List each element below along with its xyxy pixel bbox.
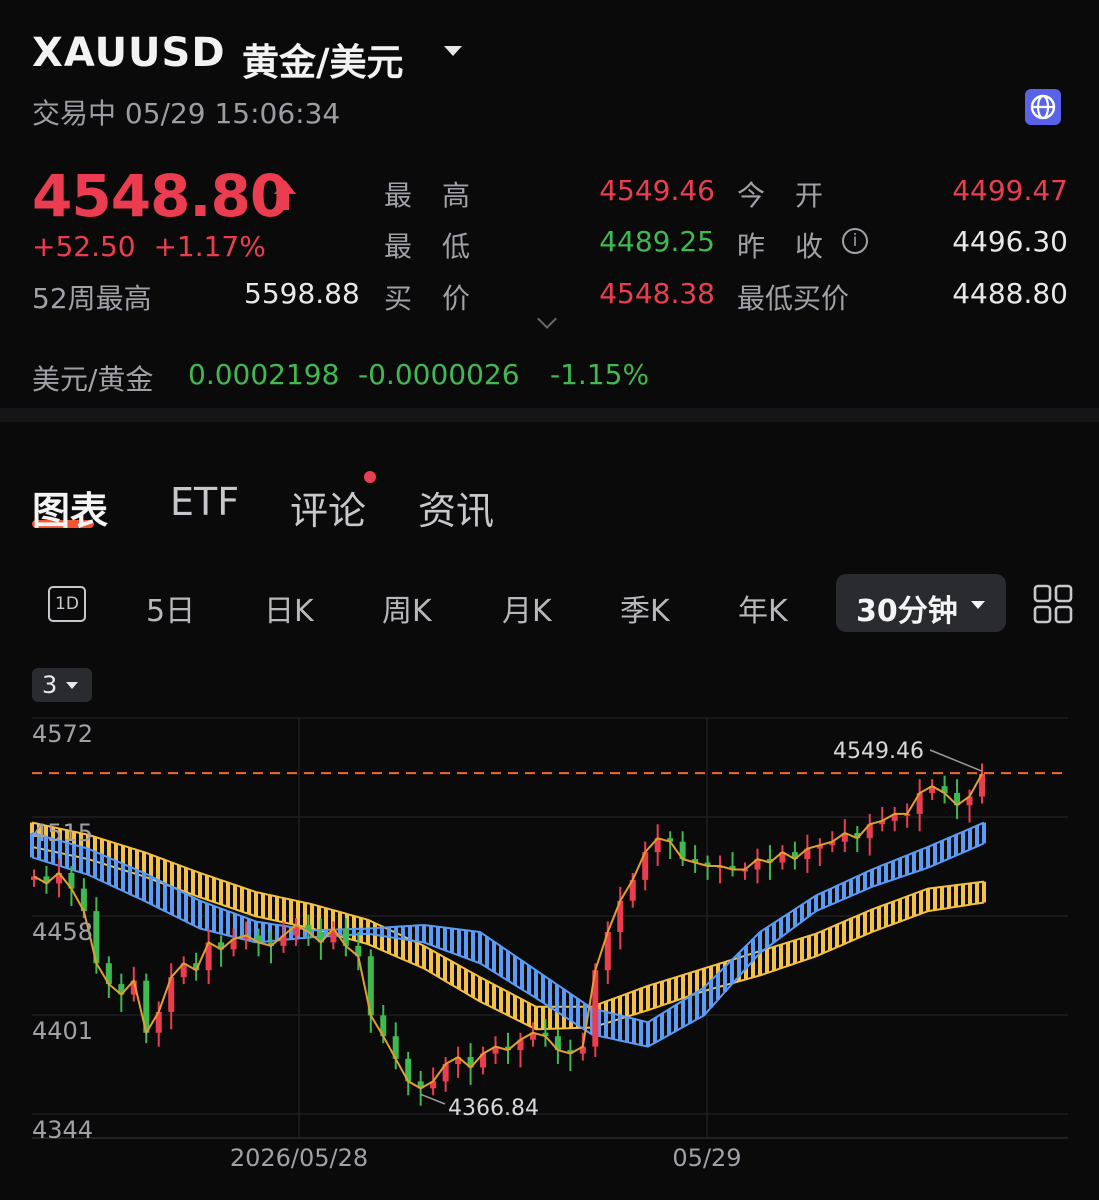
period-daily-k[interactable]: 日K <box>264 586 314 630</box>
period-monthly-k[interactable]: 月K <box>502 586 552 630</box>
y-tick-label: 4515 <box>32 819 93 847</box>
bid-label: 买价 <box>384 282 501 315</box>
open-value: 4499.47 <box>952 174 1068 207</box>
change-percent: +1.17% <box>153 230 266 263</box>
trading-status: 交易中 05/29 15:06:34 <box>32 97 341 130</box>
tab-comments[interactable]: 评论 <box>290 480 366 535</box>
low-label: 最低 <box>384 230 501 263</box>
tab-news[interactable]: 资讯 <box>418 480 494 535</box>
change-value: +52.50 <box>32 230 136 263</box>
expand-chevron-icon[interactable] <box>537 309 557 329</box>
period-5d[interactable]: 5日 <box>146 586 195 630</box>
candlesticks <box>31 763 985 1106</box>
grid-layout-icon[interactable] <box>1033 584 1073 628</box>
high-value: 4549.46 <box>599 174 715 207</box>
chart-labels: 4572 4515 4458 4401 4344 2026/05/28 05/29 4549.… <box>32 720 1068 1172</box>
y-tick-label: 4572 <box>32 720 93 748</box>
period-quarterly-k[interactable]: 季K <box>620 586 670 630</box>
prev-close-value: 4496.30 <box>952 225 1068 258</box>
indicator-selector[interactable] <box>32 668 92 702</box>
low-value: 4489.25 <box>599 225 715 258</box>
info-icon[interactable]: i <box>842 228 868 254</box>
period-weekly-k[interactable]: 周K <box>382 586 432 630</box>
chevron-down-icon[interactable] <box>444 46 462 56</box>
min-bid-value: 4488.80 <box>952 277 1068 310</box>
bid-value: 4548.38 <box>599 277 715 310</box>
period-yearly-k[interactable]: 年K <box>738 586 788 630</box>
y-tick-label: 4458 <box>32 918 93 946</box>
period-selected[interactable]: 30分钟 <box>856 586 958 630</box>
high-label: 最高 <box>384 179 501 212</box>
prev-close-label: 昨收 <box>737 230 854 263</box>
open-label: 今开 <box>737 179 854 212</box>
tab-etf[interactable]: ETF <box>170 480 239 524</box>
instrument-name[interactable]: 黄金/美元 <box>242 32 404 86</box>
chevron-down-icon[interactable] <box>971 601 985 609</box>
price-chart[interactable]: 4572 4515 4458 4401 4344 2026/05/28 05/29 4549.… <box>0 700 1099 1180</box>
x-tick-label: 2026/05/28 <box>230 1144 368 1172</box>
w52-high-value: 5598.88 <box>244 277 360 310</box>
notification-dot <box>364 471 376 483</box>
chevron-down-icon[interactable] <box>66 682 78 689</box>
arrow-up-icon <box>272 178 298 216</box>
price-change: +52.50 +1.17% <box>32 230 266 263</box>
high-marker-label: 4549.46 <box>833 739 924 764</box>
section-divider <box>0 408 1099 422</box>
tab-chart[interactable]: 图表 <box>32 480 108 535</box>
min-bid-label: 最低买价 <box>737 282 850 315</box>
inverse-value: 0.0002198 <box>188 358 340 391</box>
low-marker-label: 4366.84 <box>448 1096 539 1121</box>
ma-band-yellow <box>30 821 986 1031</box>
inverse-change: -0.0000026 <box>358 358 520 391</box>
x-tick-label: 05/29 <box>672 1144 741 1172</box>
low-leader-line <box>420 1093 446 1105</box>
globe-icon[interactable] <box>1025 89 1061 125</box>
period-1d-button[interactable]: 1D <box>48 586 86 622</box>
chart-grid <box>32 717 1068 1139</box>
w52-high-label: 52周最高 <box>32 282 152 315</box>
symbol-title: XAUUSD <box>32 30 226 76</box>
inverse-pair-label: 美元/黄金 <box>32 363 154 396</box>
y-tick-label: 4344 <box>32 1116 93 1144</box>
last-price: 4548.80 <box>32 162 290 230</box>
y-tick-label: 4401 <box>32 1017 93 1045</box>
inverse-change-percent: -1.15% <box>550 358 650 391</box>
indicator-selector-value[interactable]: 3 <box>42 671 57 699</box>
high-leader-line <box>929 749 983 772</box>
